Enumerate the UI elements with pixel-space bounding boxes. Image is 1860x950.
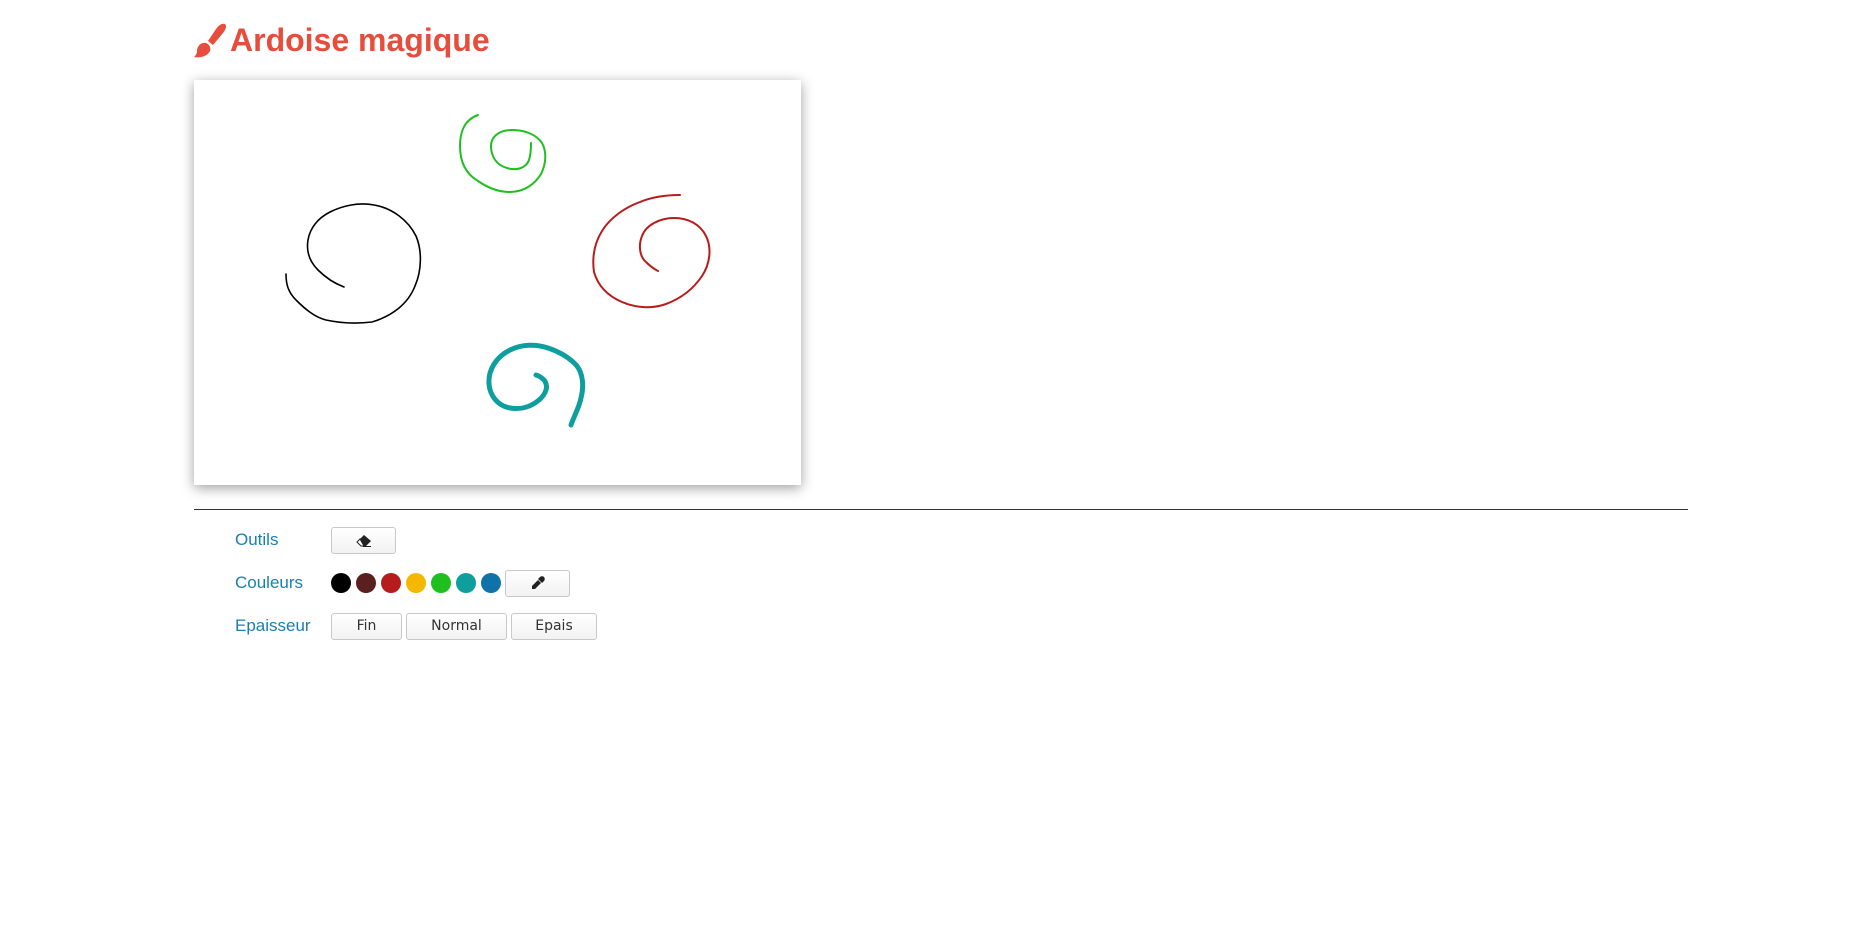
color-swatch-teal[interactable] xyxy=(456,573,476,593)
couleurs-label: Couleurs xyxy=(235,573,304,592)
paint-brush-icon xyxy=(194,23,227,58)
color-picker-button[interactable] xyxy=(505,569,570,597)
divider xyxy=(194,509,1688,510)
teal-spiral xyxy=(486,342,586,428)
couleurs-row: Couleurs xyxy=(235,569,574,597)
drawing-surface[interactable] xyxy=(194,80,801,485)
outils-row: Outils xyxy=(235,526,400,554)
eraser-button[interactable] xyxy=(331,526,396,554)
epaisseur-label: Epaisseur xyxy=(235,616,311,635)
thickness-epais-button[interactable]: Epais xyxy=(511,612,597,640)
color-swatch-black[interactable] xyxy=(331,573,351,593)
color-swatch-yellow[interactable] xyxy=(406,573,426,593)
black-spiral xyxy=(285,203,422,324)
title-text: Ardoise magique xyxy=(230,22,490,58)
eraser-icon xyxy=(355,534,371,547)
thickness-fin-button[interactable]: Fin xyxy=(331,612,402,640)
color-swatch-blue[interactable] xyxy=(481,573,501,593)
drawing-canvas[interactable] xyxy=(194,80,801,485)
red-spiral xyxy=(592,194,711,309)
eyedropper-icon xyxy=(531,576,545,589)
epaisseur-row: Epaisseur Fin Normal Epais xyxy=(235,612,601,640)
color-swatch-green[interactable] xyxy=(431,573,451,593)
color-swatch-dark-brown[interactable] xyxy=(356,573,376,593)
color-swatch-red[interactable] xyxy=(381,573,401,593)
page-title: Ardoise magique xyxy=(194,18,490,62)
outils-label: Outils xyxy=(235,530,279,549)
green-spiral xyxy=(459,114,547,193)
thickness-normal-button[interactable]: Normal xyxy=(406,612,507,640)
